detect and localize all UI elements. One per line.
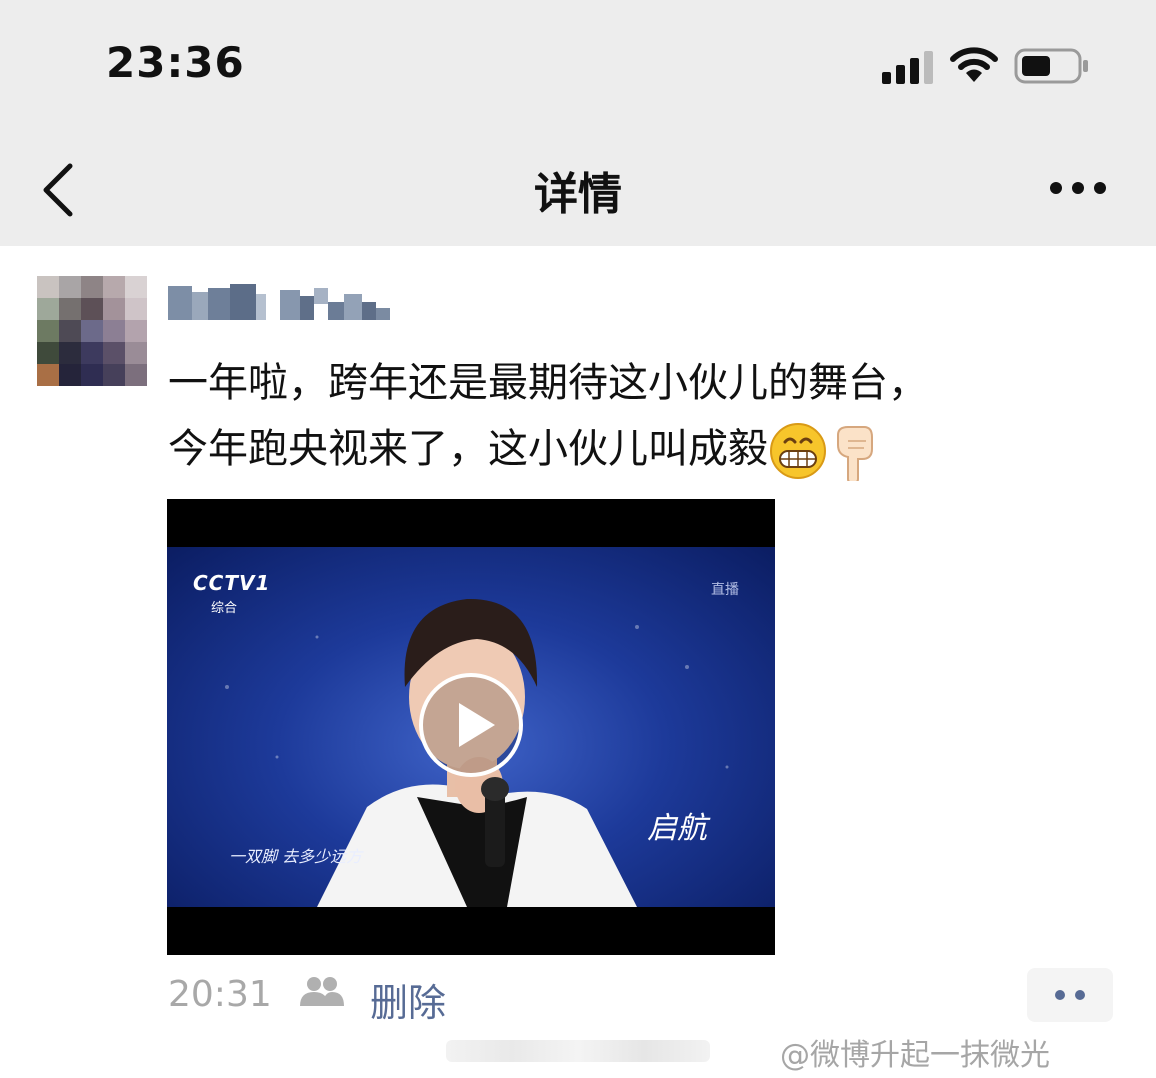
friends-group-icon <box>300 977 344 1006</box>
status-time: 23:36 <box>106 38 245 87</box>
username-pixelated[interactable] <box>168 280 398 324</box>
comment-button[interactable] <box>1027 968 1113 1022</box>
play-icon[interactable] <box>417 671 525 779</box>
cellular-signal-icon <box>882 51 933 84</box>
post-text-line-1: 一年啦，跨年还是最期待这小伙儿的舞台， <box>168 360 928 406</box>
wifi-icon <box>950 47 998 82</box>
post-text-line-2-text: 今年跑央视来了，这小伙儿叫成毅 <box>168 426 768 472</box>
avatar[interactable] <box>37 276 147 386</box>
show-logo: 启航 <box>647 811 707 846</box>
battery-icon <box>1014 48 1088 84</box>
video-player[interactable]: CCTV1 综合 直播 一双脚 去多少远方 启航 <box>167 499 775 955</box>
post-text: 一年啦，跨年还是最期待这小伙儿的舞台， 今年跑央视来了，这小伙儿叫成毅 <box>168 350 1128 482</box>
grinning-face-emoji <box>770 423 826 479</box>
post-text-line-2: 今年跑央视来了，这小伙儿叫成毅 <box>168 416 1128 482</box>
delete-button[interactable]: 删除 <box>370 972 446 1027</box>
status-bar: 23:36 <box>0 0 1156 130</box>
video-subtitle: 一双脚 去多少远方 <box>229 847 363 866</box>
more-options-icon[interactable] <box>1046 168 1110 208</box>
page-title: 详情 <box>534 169 622 220</box>
post-time: 20:31 <box>168 974 272 1015</box>
channel-logo: CCTV1 <box>193 571 271 595</box>
watermark: @微博升起一抹微光 <box>780 1030 1050 1074</box>
comment-dots-icon <box>1055 990 1085 1000</box>
live-tag: 直播 <box>711 582 739 598</box>
pointing-down-emoji <box>837 426 873 481</box>
watermark-text: @微博升起一抹微光 <box>780 1038 1050 1073</box>
nav-bar: 详情 <box>0 130 1156 246</box>
channel-sub: 综合 <box>211 601 238 616</box>
blurred-strip <box>446 1040 710 1062</box>
